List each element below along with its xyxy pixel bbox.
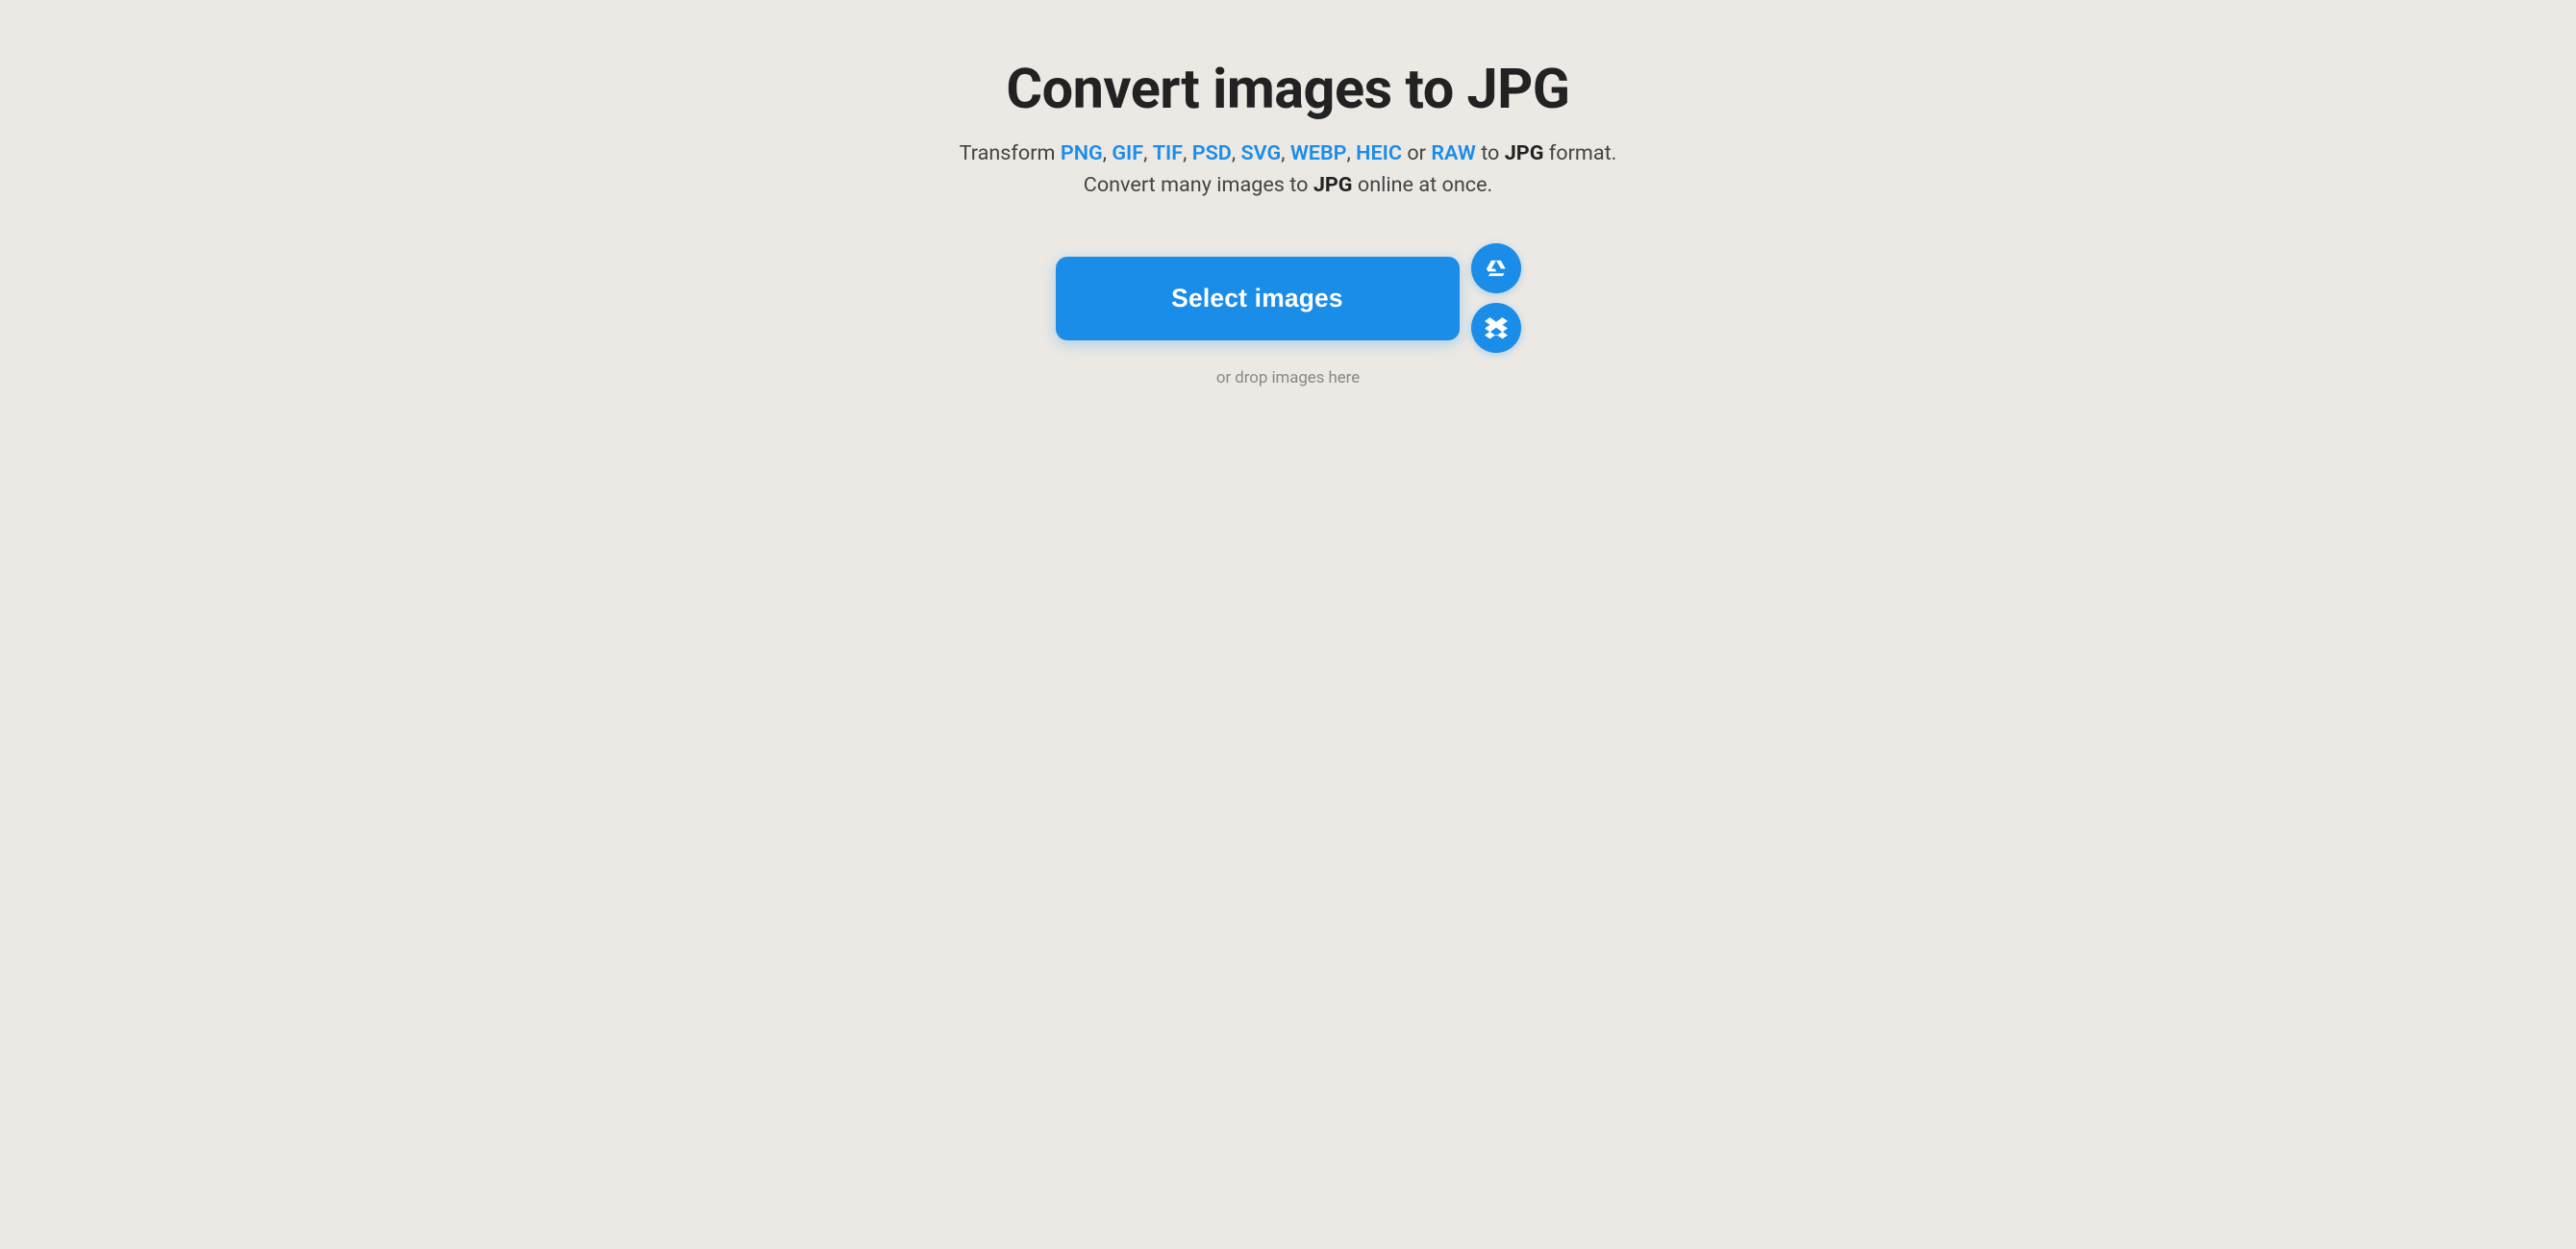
page-wrapper: Convert images to JPG Transform PNG, GIF… — [856, 58, 1721, 387]
format-psd: PSD — [1192, 141, 1232, 165]
subtitle2-suffix: online at once. — [1358, 173, 1492, 197]
subtitle-line1: Transform PNG, GIF, TIF, PSD, SVG, WEBP,… — [960, 141, 1617, 165]
select-images-button[interactable]: Select images — [1056, 257, 1460, 340]
comma1: , — [1103, 141, 1113, 165]
comma3: , — [1183, 141, 1192, 165]
format-raw: RAW — [1431, 141, 1476, 165]
subtitle-to: to — [1481, 141, 1505, 165]
format-heic: HEIC — [1356, 141, 1402, 165]
subtitle-line2: Convert many images to JPG online at onc… — [1084, 173, 1492, 197]
upload-area: Select images or drop images here — [875, 243, 1702, 387]
format-tif: TIF — [1153, 141, 1183, 165]
button-row: Select images — [1056, 243, 1521, 353]
subtitle2-jpg: JPG — [1313, 173, 1353, 197]
dropbox-icon — [1484, 315, 1509, 340]
subtitle2-prefix: Convert many images to — [1084, 173, 1313, 197]
google-drive-button[interactable] — [1471, 243, 1521, 293]
format-webp: WEBP — [1290, 141, 1347, 165]
subtitle-format: format. — [1549, 141, 1617, 165]
cloud-icon-buttons — [1471, 243, 1521, 353]
subtitle-transform-prefix: Transform — [960, 141, 1061, 165]
comma6: , — [1347, 141, 1357, 165]
page-title: Convert images to JPG — [1006, 58, 1569, 122]
format-svg: SVG — [1240, 141, 1281, 165]
dropbox-button[interactable] — [1471, 303, 1521, 353]
comma2: , — [1143, 141, 1153, 165]
comma5: , — [1281, 141, 1290, 165]
format-jpg: JPG — [1505, 141, 1544, 165]
google-drive-icon — [1484, 256, 1509, 281]
subtitle-or: or — [1407, 141, 1431, 165]
drop-text: or drop images here — [1216, 368, 1360, 387]
format-png: PNG — [1061, 141, 1103, 165]
format-gif: GIF — [1112, 141, 1143, 165]
comma4: , — [1232, 141, 1241, 165]
